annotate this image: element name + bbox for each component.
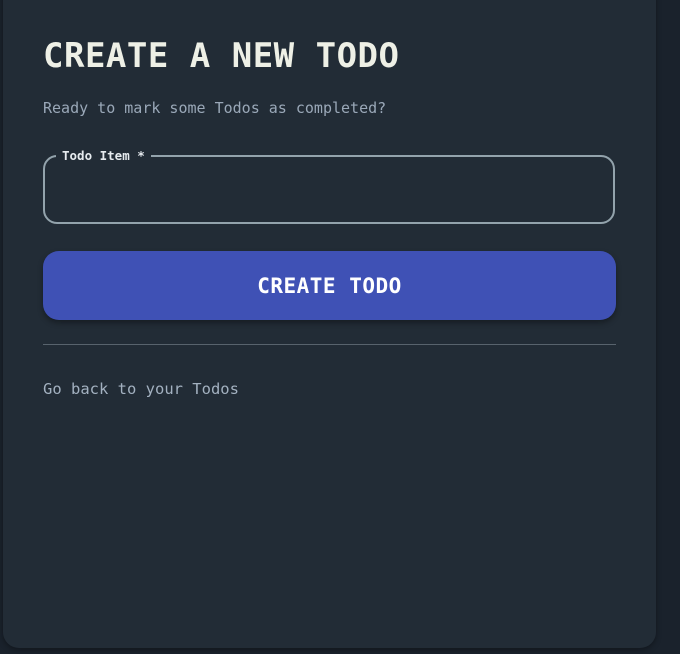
back-to-todos-link[interactable]: Go back to your Todos (43, 380, 239, 398)
create-todo-button[interactable]: CREATE TODO (43, 251, 616, 320)
divider (43, 344, 616, 345)
todo-item-label: Todo Item * (56, 147, 151, 165)
page-title: CREATE A NEW TODO (43, 36, 400, 76)
todo-item-field[interactable]: Todo Item * (43, 147, 615, 224)
create-todo-card: CREATE A NEW TODO Ready to mark some Tod… (3, 0, 656, 648)
todo-item-input[interactable] (57, 171, 601, 209)
page-background: CREATE A NEW TODO Ready to mark some Tod… (0, 0, 680, 654)
page-subtitle: Ready to mark some Todos as completed? (43, 99, 387, 117)
